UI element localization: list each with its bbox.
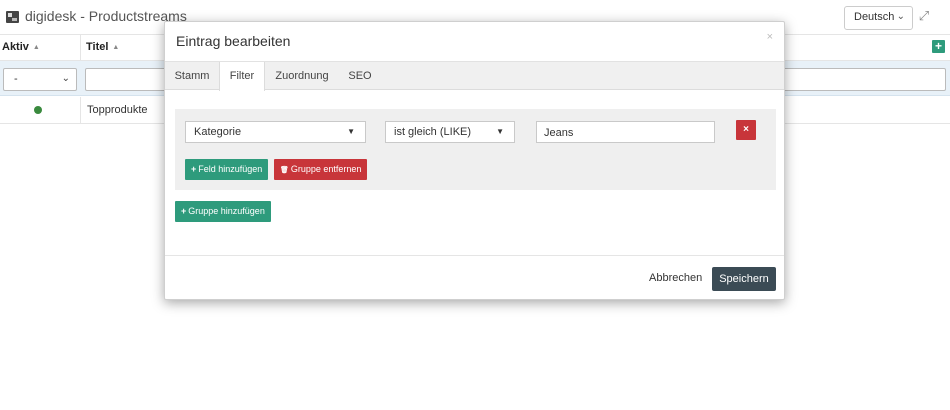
filter-group: Kategorie ▼ ist gleich (LIKE) ▼ Jeans × … [175, 109, 776, 190]
active-status-dot-icon [34, 106, 42, 114]
tab-zuordnung[interactable]: Zuordnung [265, 62, 339, 90]
add-field-button[interactable]: + Feld hinzufügen [185, 159, 269, 180]
column-header-aktiv[interactable]: Aktiv ▲ [2, 41, 40, 53]
remove-condition-button[interactable]: × [736, 120, 756, 140]
dialog-footer-divider [165, 255, 784, 256]
add-group-label: Gruppe hinzufügen [188, 206, 265, 216]
add-entry-button[interactable]: + [932, 40, 945, 53]
sort-icon: ▲ [32, 44, 40, 51]
plus-icon: + [181, 206, 187, 216]
close-icon[interactable]: × [767, 31, 773, 43]
remove-group-label: Gruppe entfernen [290, 164, 362, 174]
app-logo-icon [6, 11, 19, 23]
chevron-down-icon: ⌄ [896, 11, 905, 22]
tab-filter[interactable]: Filter [219, 62, 265, 91]
language-select-value: Deutsch [854, 11, 895, 23]
sort-icon: ▲ [112, 44, 120, 51]
caret-down-icon: ▼ [347, 127, 355, 136]
row-title: Topprodukte [87, 104, 148, 116]
save-button[interactable]: Speichern [712, 267, 776, 291]
add-field-label: Feld hinzufügen [198, 164, 263, 174]
filter-value-text: Jeans [544, 127, 574, 139]
operator-select-value: ist gleich (LIKE) [394, 126, 472, 138]
filter-value-input[interactable]: Jeans [536, 121, 715, 143]
dialog-title: Eintrag bearbeiten [176, 33, 291, 49]
column-header-titel[interactable]: Titel ▲ [86, 41, 119, 53]
column-divider [80, 35, 81, 61]
column-divider [80, 97, 81, 124]
field-select[interactable]: Kategorie ▼ [185, 121, 366, 143]
app-title: digidesk - Productstreams [25, 8, 187, 24]
cancel-button[interactable]: Abbrechen [649, 272, 702, 284]
expand-icon[interactable]: ⤢ [917, 9, 931, 23]
plus-icon: + [191, 164, 197, 174]
tab-stamm[interactable]: Stamm [165, 62, 219, 90]
add-group-button[interactable]: + Gruppe hinzufügen [175, 201, 271, 222]
edit-entry-dialog: Eintrag bearbeiten × Stamm Filter Zuordn… [164, 21, 785, 300]
remove-group-button[interactable]: 🗑 Gruppe entfernen [274, 159, 368, 180]
trash-icon: 🗑 [280, 167, 289, 174]
tab-bar: Stamm Filter Zuordnung SEO [165, 61, 784, 91]
aktiv-filter-select[interactable]: - ⌄ [3, 68, 77, 91]
chevron-down-icon: ⌄ [61, 73, 70, 84]
tab-seo[interactable]: SEO [339, 62, 381, 90]
close-icon: × [743, 124, 749, 135]
field-select-value: Kategorie [194, 126, 242, 138]
language-select[interactable]: Deutsch ⌄ [844, 6, 913, 30]
aktiv-filter-value: - [14, 73, 18, 85]
operator-select[interactable]: ist gleich (LIKE) ▼ [385, 121, 515, 143]
caret-down-icon: ▼ [496, 127, 504, 136]
